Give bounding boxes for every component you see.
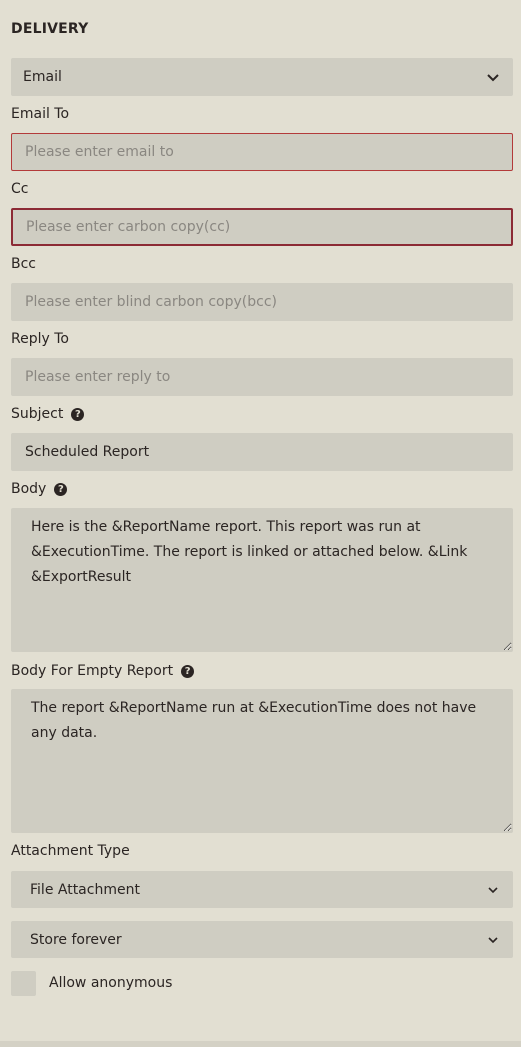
help-icon[interactable]: ? bbox=[181, 664, 195, 678]
body-label: Body bbox=[11, 481, 47, 497]
reply-to-label: Reply To bbox=[11, 331, 69, 347]
cc-field[interactable] bbox=[11, 208, 513, 246]
body-label-row: Body ? bbox=[11, 481, 68, 497]
chevron-down-icon bbox=[487, 74, 499, 82]
bottom-divider bbox=[0, 1041, 521, 1047]
subject-field[interactable] bbox=[11, 433, 513, 471]
allow-anonymous-checkbox[interactable] bbox=[11, 971, 36, 996]
cc-label: Cc bbox=[11, 181, 29, 197]
chevron-down-icon bbox=[488, 936, 498, 943]
email-to-label: Email To bbox=[11, 106, 70, 122]
bcc-label: Bcc bbox=[11, 256, 36, 272]
attachment-type-value: File Attachment bbox=[30, 881, 140, 898]
help-icon[interactable]: ? bbox=[54, 482, 68, 496]
body-empty-label-row: Body For Empty Report ? bbox=[11, 663, 195, 679]
body-empty-label: Body For Empty Report bbox=[11, 663, 174, 679]
storage-select[interactable]: Store forever bbox=[11, 921, 513, 958]
subject-label-row: Subject ? bbox=[11, 406, 85, 422]
delivery-method-select[interactable]: Email bbox=[11, 58, 513, 96]
attachment-type-select[interactable]: File Attachment bbox=[11, 871, 513, 908]
subject-label: Subject bbox=[11, 406, 64, 422]
delivery-method-value: Email bbox=[23, 69, 62, 85]
reply-to-field[interactable] bbox=[11, 358, 513, 396]
help-icon[interactable]: ? bbox=[71, 407, 85, 421]
body-empty-textarea[interactable]: The report &ReportName run at &Execution… bbox=[11, 689, 513, 833]
attachment-type-label: Attachment Type bbox=[11, 843, 130, 859]
body-textarea[interactable]: Here is the &ReportName report. This rep… bbox=[11, 508, 513, 652]
storage-value: Store forever bbox=[30, 931, 122, 948]
bcc-field[interactable] bbox=[11, 283, 513, 321]
allow-anonymous-label: Allow anonymous bbox=[49, 975, 173, 991]
chevron-down-icon bbox=[488, 886, 498, 893]
email-to-field[interactable] bbox=[11, 133, 513, 171]
section-title: DELIVERY bbox=[11, 21, 89, 37]
